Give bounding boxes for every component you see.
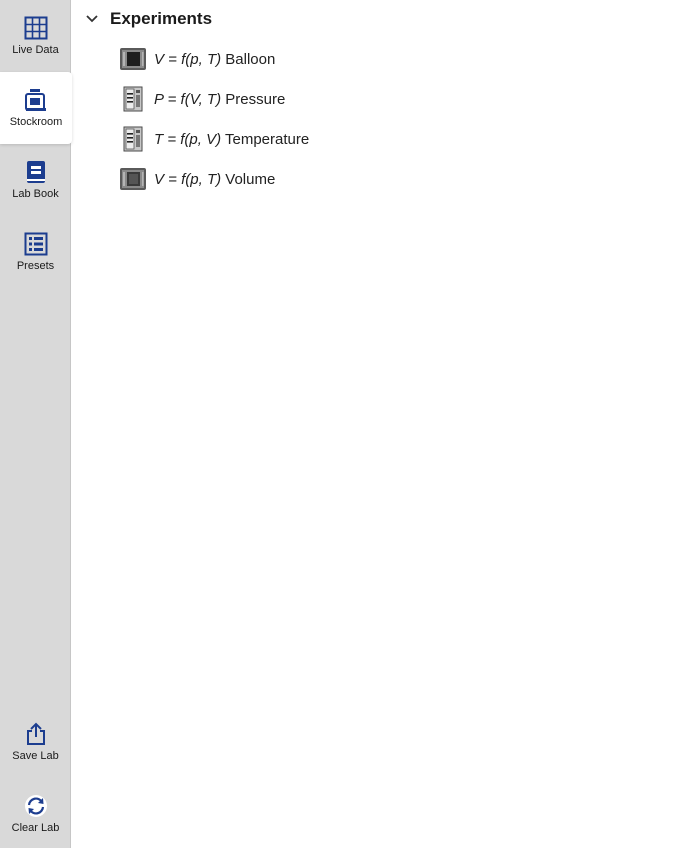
volume-chamber-icon: [120, 168, 146, 190]
experiment-item-volume[interactable]: V = f(p, T) Volume: [118, 164, 275, 194]
experiment-formula: T = f(p, V): [154, 130, 222, 148]
experiments-section-toggle[interactable]: Experiments: [84, 6, 212, 32]
section-title: Experiments: [110, 9, 213, 28]
share-upload-icon: [26, 722, 45, 745]
sidebar: Live Data Stockroom Lab Book Presets Sav…: [0, 0, 72, 850]
sidebar-item-label: Lab Book: [12, 188, 59, 200]
sidebar-item-live-data[interactable]: Live Data: [0, 0, 71, 72]
chevron-down-icon: [86, 15, 98, 23]
sidebar-item-label: Presets: [16, 260, 55, 272]
experiment-item-temperature[interactable]: T = f(p, V) Temperature: [118, 124, 309, 154]
experiment-formula: V = f(p, T): [154, 50, 222, 68]
temperature-apparatus-icon: [123, 126, 143, 152]
sidebar-item-stockroom[interactable]: Stockroom: [0, 72, 72, 144]
save-lab-button[interactable]: Save Lab: [0, 706, 71, 778]
jar-icon: [25, 89, 46, 111]
balloon-chamber-icon: [120, 48, 146, 70]
save-lab-label: Save Lab: [12, 750, 59, 762]
experiment-name: Balloon: [221, 50, 276, 68]
list-icon: [24, 232, 47, 256]
stockroom-panel: Experiments V = f(p, T) Balloon P = f(V,…: [72, 0, 679, 848]
notebook-icon: [26, 161, 45, 183]
experiment-item-balloon[interactable]: V = f(p, T) Balloon: [118, 44, 275, 74]
table-grid-icon: [24, 16, 47, 40]
pressure-apparatus-icon: [123, 86, 143, 112]
clear-lab-label: Clear Lab: [11, 822, 60, 834]
clear-lab-button[interactable]: Clear Lab: [0, 778, 71, 850]
experiment-formula: P = f(V, T): [154, 90, 222, 108]
refresh-icon: [24, 795, 47, 817]
experiment-item-pressure[interactable]: P = f(V, T) Pressure: [118, 84, 285, 114]
sidebar-item-presets[interactable]: Presets: [0, 216, 71, 288]
experiment-name: Temperature: [221, 130, 310, 148]
sidebar-item-label: Live Data: [12, 44, 59, 56]
experiment-name: Pressure: [221, 90, 286, 108]
experiment-formula: V = f(p, T): [154, 170, 222, 188]
experiment-name: Volume: [221, 170, 276, 188]
sidebar-item-lab-book[interactable]: Lab Book: [0, 144, 71, 216]
sidebar-item-label: Stockroom: [9, 116, 63, 128]
